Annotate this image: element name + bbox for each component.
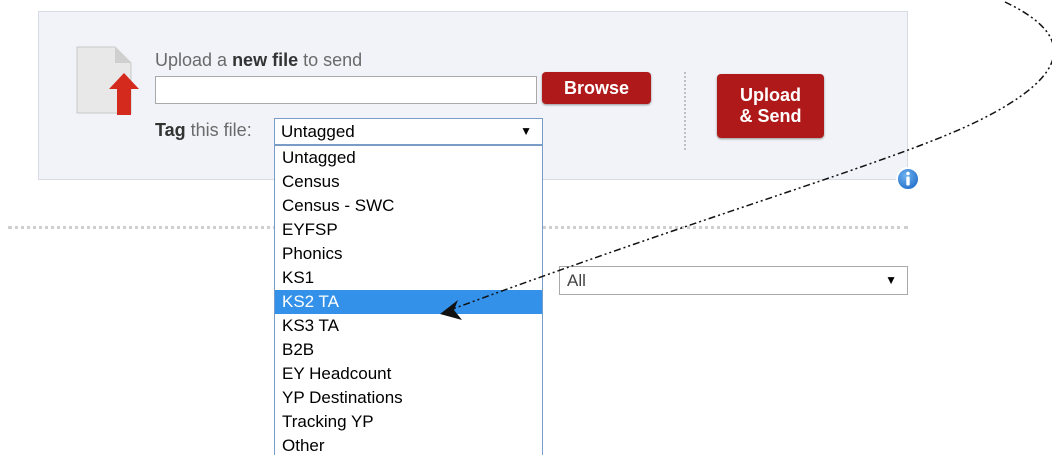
file-upload-icon [76,46,139,115]
dropdown-option[interactable]: EYFSP [275,218,542,242]
dropdown-option[interactable]: Phonics [275,242,542,266]
tag-label-bold: Tag [155,120,186,140]
upload-send-button[interactable]: Upload & Send [717,74,824,138]
info-icon[interactable] [895,166,921,192]
dropdown-option[interactable]: KS2 TA [275,290,542,314]
filter-select-value: All [567,271,586,290]
tag-select[interactable]: Untagged ▼ [274,118,543,145]
dropdown-option[interactable]: KS1 [275,266,542,290]
dropdown-option[interactable]: Tracking YP [275,410,542,434]
dropdown-option[interactable]: Other [275,434,542,455]
dropdown-option[interactable]: YP Destinations [275,386,542,410]
tag-label-rest: this file: [185,120,252,140]
filter-select[interactable]: All ▼ [559,266,908,295]
dropdown-option[interactable]: EY Headcount [275,362,542,386]
tag-select-value: Untagged [281,122,355,141]
chevron-down-icon: ▼ [520,124,532,138]
chevron-down-icon: ▼ [885,273,897,287]
file-path-input[interactable] [155,76,537,104]
dropdown-option[interactable]: Census - SWC [275,194,542,218]
vertical-divider [684,72,686,150]
browse-button[interactable]: Browse [542,72,651,104]
tag-label: Tag this file: [155,120,252,141]
tag-dropdown-list: Untagged Census Census - SWC EYFSP Phonics KS… [274,145,543,455]
dropdown-option[interactable]: Census [275,170,542,194]
upload-label-bold: new file [232,50,299,70]
upload-label-prefix: Upload a [155,50,233,70]
upload-instruction: Upload a new file to send [155,50,362,71]
dropdown-option[interactable]: Untagged [275,146,542,170]
upload-label-suffix: to send [298,50,363,70]
dropdown-option[interactable]: B2B [275,338,542,362]
dropdown-option[interactable]: KS3 TA [275,314,542,338]
